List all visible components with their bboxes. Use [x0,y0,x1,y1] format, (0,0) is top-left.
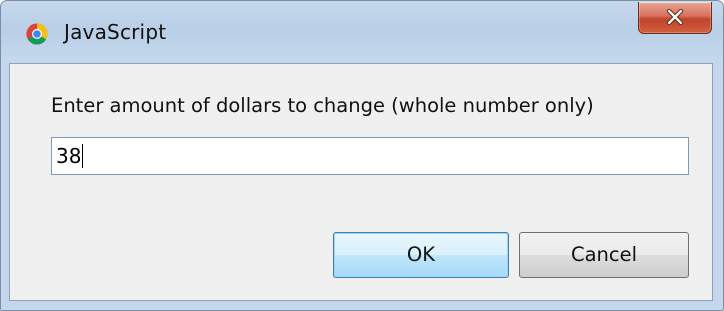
prompt-message: Enter amount of dollars to change (whole… [51,94,594,117]
close-button[interactable] [638,2,712,34]
title-bar[interactable]: JavaScript [1,1,723,63]
amount-input[interactable]: 38 [51,137,689,175]
cancel-button[interactable]: Cancel [519,232,689,278]
window-title: JavaScript [64,20,167,44]
text-caret [82,144,84,168]
dialog-content: Enter amount of dollars to change (whole… [9,63,713,301]
ok-button[interactable]: OK [333,232,509,278]
close-icon [666,9,684,25]
amount-input-value: 38 [56,144,82,168]
prompt-dialog-window: JavaScript Enter amount of dollars to ch… [0,0,724,311]
chrome-icon [26,23,48,45]
